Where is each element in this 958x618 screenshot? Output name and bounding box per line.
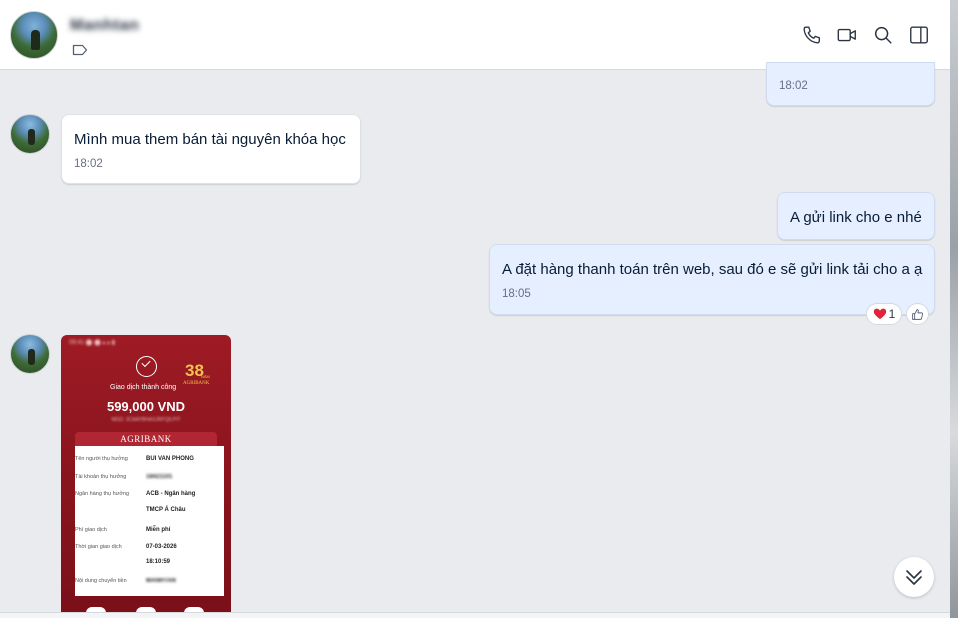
transaction-receipt-image[interactable]: 09:41 ⬤ ⬤ ▴ ▴ ▮ 38 NĂM AGRIBANK Giao dịc… <box>61 335 231 618</box>
message-bubble-outgoing[interactable]: A đặt hàng thanh toán trên web, sau đó e… <box>489 244 935 315</box>
contact-name[interactable]: Manhtan <box>70 17 139 35</box>
receipt-status-bar: 09:41 ⬤ ⬤ ▴ ▴ ▮ <box>69 340 116 346</box>
heart-icon <box>873 308 886 320</box>
reaction-heart[interactable]: 1 <box>866 303 902 325</box>
receipt-details-card: Tên người thụ hưởng BUI VAN PHONG Tài kho… <box>75 446 224 600</box>
message-text: Mình mua them bán tài nguyên khóa học <box>74 131 346 148</box>
scroll-to-bottom-button[interactable] <box>894 557 934 597</box>
success-text: Giao dịch thành công <box>110 384 177 391</box>
sidebar-toggle-icon[interactable] <box>908 24 930 46</box>
message-text: A gửi link cho e nhé <box>790 209 922 226</box>
video-call-icon[interactable] <box>836 24 858 46</box>
thumbs-up-button[interactable] <box>906 303 929 325</box>
message-time: 18:02 <box>74 158 103 170</box>
phone-icon[interactable] <box>801 24 823 46</box>
message-bubble-outgoing[interactable]: 18:02 <box>766 62 935 106</box>
message-bubble-outgoing[interactable]: A gửi link cho e nhé <box>777 192 935 240</box>
sender-avatar[interactable] <box>10 334 50 374</box>
reaction-count: 1 <box>888 307 896 321</box>
background-edge <box>950 0 958 618</box>
search-icon[interactable] <box>872 24 894 46</box>
message-bubble-incoming[interactable]: Mình mua them bán tài nguyên khóa học 18… <box>61 114 361 184</box>
double-chevron-down-icon <box>906 570 922 585</box>
message-text: A đặt hàng thanh toán trên web, sau đó e… <box>502 261 923 278</box>
tag-icon[interactable] <box>72 44 88 56</box>
thumbs-up-icon <box>912 308 924 320</box>
chat-header: Manhtan <box>0 0 950 70</box>
contact-avatar[interactable] <box>10 11 58 59</box>
sender-avatar[interactable] <box>10 114 50 154</box>
anniversary-unit: NĂM <box>201 374 210 379</box>
message-time: 18:05 <box>502 288 531 300</box>
anniversary-brand: AGRIBANK <box>183 381 210 386</box>
message-time: 18:02 <box>779 80 808 92</box>
transaction-code: MGD: 3CAAYBHAXJRFQILPIT <box>111 417 181 423</box>
transaction-amount: 599,000 VND <box>106 399 186 414</box>
bank-name: AGRIBANK <box>75 432 217 446</box>
composer-edge <box>0 612 950 618</box>
success-check-icon <box>136 356 157 377</box>
